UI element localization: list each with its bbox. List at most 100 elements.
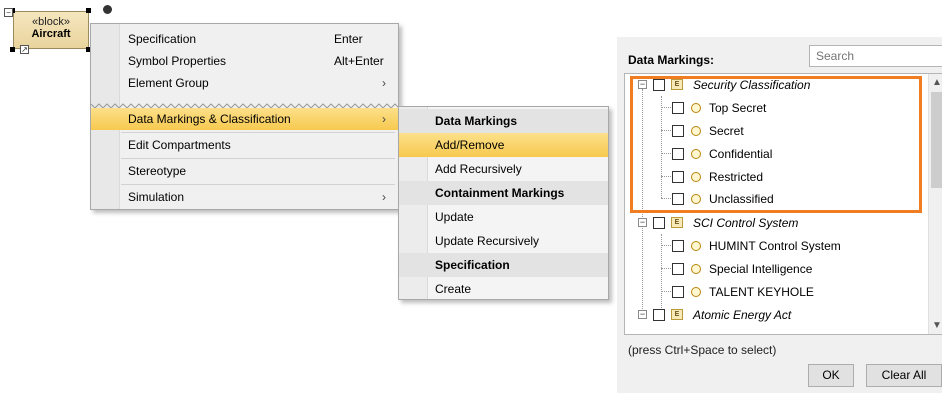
submenu-item-label: Add/Remove <box>435 138 505 152</box>
menu-item-label: Data Markings & Classification <box>128 112 291 126</box>
tree-scrollbar[interactable]: ▲ ▼ <box>928 74 942 334</box>
submenu-item-label: Update Recursively <box>435 234 540 248</box>
tree-connector <box>661 96 662 198</box>
menu-item-stereotype[interactable]: Stereotype <box>91 160 398 182</box>
scroll-up-icon[interactable]: ▲ <box>929 74 942 91</box>
submenu-header-containment-markings: Containment Markings <box>399 181 608 205</box>
menu-item-label: Element Group <box>128 76 209 90</box>
tree-checkbox[interactable] <box>672 286 684 298</box>
submenu-item-create[interactable]: Create <box>399 277 608 301</box>
tree-connector <box>661 268 671 269</box>
context-menu: Specification Enter Symbol Properties Al… <box>90 23 399 210</box>
submenu-arrow-icon: › <box>382 76 386 90</box>
tree-row-label: Top Secret <box>709 101 767 115</box>
tree-connector <box>661 176 671 177</box>
scroll-down-icon[interactable]: ▼ <box>929 317 942 334</box>
data-markings-tree[interactable]: − E Security Classification Top Secret S… <box>624 73 942 335</box>
menu-item-specification[interactable]: Specification Enter <box>91 28 398 50</box>
select-hint: (press Ctrl+Space to select) <box>628 343 777 357</box>
tree-checkbox[interactable] <box>672 240 684 252</box>
submenu-item-add-remove[interactable]: Add/Remove <box>399 133 608 157</box>
tree-connector <box>661 245 671 246</box>
menu-separator <box>121 158 395 159</box>
submenu-arrow-icon: › <box>382 112 386 126</box>
submenu-item-update-recursively[interactable]: Update Recursively <box>399 229 608 253</box>
tree-row-label: Confidential <box>709 147 773 161</box>
tree-checkbox[interactable] <box>653 309 665 321</box>
block-name: Aircraft <box>31 28 71 40</box>
menu-item-label: Edit Compartments <box>128 138 231 152</box>
ok-button[interactable]: OK <box>808 364 854 387</box>
menu-item-data-markings-classification[interactable]: Data Markings & Classification › <box>91 108 398 130</box>
submenu-header-specification: Specification <box>399 253 608 277</box>
tree-checkbox[interactable] <box>653 217 665 229</box>
menu-item-label: Specification <box>128 32 197 46</box>
menu-item-shortcut: Alt+Enter <box>334 54 384 68</box>
submenu-item-update[interactable]: Update <box>399 205 608 229</box>
tree-row-label: Special Intelligence <box>709 262 813 276</box>
tree-checkbox[interactable] <box>672 263 684 275</box>
block-stereotype: «block» <box>32 16 70 28</box>
data-markings-panel: Data Markings: − E Security Classificati… <box>617 37 942 393</box>
tree-row-label: Unclassified <box>709 192 774 206</box>
menu-item-simulation[interactable]: Simulation › <box>91 186 398 208</box>
tree-row-label: Security Classification <box>693 78 811 92</box>
tree-checkbox[interactable] <box>672 125 684 137</box>
tree-row-label: SCI Control System <box>693 216 799 230</box>
marking-icon <box>691 287 701 297</box>
menu-item-symbol-properties[interactable]: Symbol Properties Alt+Enter <box>91 50 398 72</box>
tree-collapse-icon[interactable]: − <box>638 80 647 89</box>
marking-icon <box>691 103 701 113</box>
tree-checkbox[interactable] <box>672 102 684 114</box>
menu-item-label: Symbol Properties <box>128 54 227 68</box>
tree-checkbox[interactable] <box>672 171 684 183</box>
submenu-item-add-recursively[interactable]: Add Recursively <box>399 157 608 181</box>
search-input[interactable] <box>809 45 942 67</box>
tree-connector <box>661 198 671 199</box>
tree-checkbox[interactable] <box>672 148 684 160</box>
resize-handle-bottom-left[interactable] <box>10 47 15 52</box>
category-icon: E <box>671 79 683 90</box>
tree-checkbox[interactable] <box>672 193 684 205</box>
menu-separator <box>121 184 395 185</box>
collapse-icon[interactable]: − <box>4 8 13 17</box>
marking-icon <box>691 126 701 136</box>
tree-row-label: Restricted <box>709 170 764 184</box>
menu-item-element-group[interactable]: Element Group › <box>91 72 398 94</box>
marking-icon <box>691 241 701 251</box>
tree-connector <box>661 234 662 314</box>
menu-separator <box>121 132 395 133</box>
smart-manipulator-icon[interactable] <box>103 5 112 14</box>
menu-item-label: Stereotype <box>128 164 187 178</box>
clear-all-button[interactable]: Clear All <box>866 364 942 387</box>
category-icon: E <box>671 217 683 228</box>
menu-item-label: Simulation <box>128 190 185 204</box>
marking-icon <box>691 172 701 182</box>
scrollbar-thumb[interactable] <box>931 92 942 188</box>
expand-icon[interactable]: ↗ <box>20 45 29 54</box>
tree-connector <box>661 153 671 154</box>
submenu-header-label: Data Markings <box>435 114 518 128</box>
tree-checkbox[interactable] <box>653 79 665 91</box>
submenu-header-label: Containment Markings <box>435 186 565 200</box>
category-icon: E <box>671 309 683 320</box>
resize-handle-top-right[interactable] <box>86 8 91 13</box>
marking-icon <box>691 194 701 204</box>
submenu-arrow-icon: › <box>382 190 386 204</box>
tree-row-label: Atomic Energy Act <box>693 308 792 322</box>
menu-item-shortcut: Enter <box>334 32 363 46</box>
tree-connector <box>642 89 643 315</box>
tree-connector <box>661 291 671 292</box>
tree-collapse-icon[interactable]: − <box>638 218 647 227</box>
aircraft-block[interactable]: «block» Aircraft <box>13 11 89 49</box>
marking-icon <box>691 264 701 274</box>
submenu-header-label: Specification <box>435 258 510 272</box>
data-markings-submenu: Data Markings Add/Remove Add Recursively… <box>398 106 609 300</box>
submenu-item-label: Add Recursively <box>435 162 522 176</box>
tree-connector <box>661 107 671 108</box>
tree-collapse-icon[interactable]: − <box>638 310 647 319</box>
menu-item-edit-compartments[interactable]: Edit Compartments <box>91 134 398 156</box>
marking-icon <box>691 149 701 159</box>
data-markings-label: Data Markings: <box>628 53 715 67</box>
submenu-item-label: Create <box>435 282 472 296</box>
